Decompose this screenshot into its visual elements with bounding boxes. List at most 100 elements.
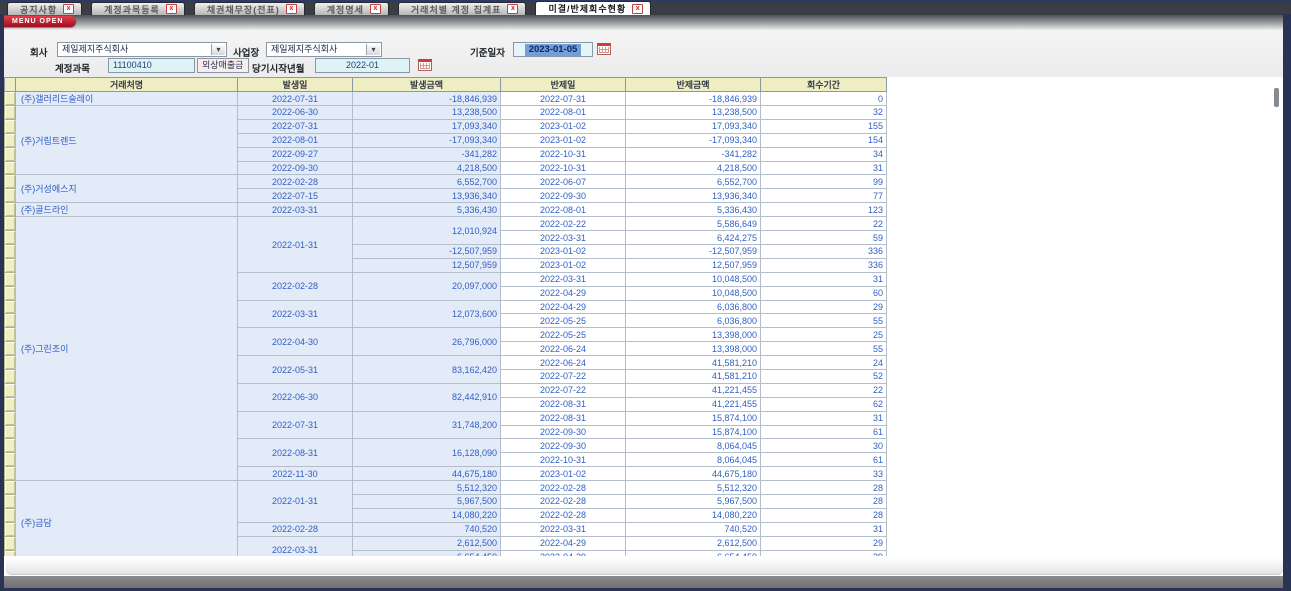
settle-amount-cell[interactable]: 6,036,800 [626,300,761,314]
settle-amount-cell[interactable]: -341,282 [626,147,761,161]
occur-amount-cell[interactable]: 12,507,959 [353,258,501,272]
row-selector[interactable] [5,328,16,342]
settle-date-cell[interactable]: 2022-09-30 [501,425,626,439]
tab-receivable-ledger[interactable]: 채권채무장(전표)x [194,2,305,15]
settle-amount-cell[interactable]: 41,221,455 [626,383,761,397]
settle-amount-cell[interactable]: 41,581,210 [626,370,761,384]
settle-amount-cell[interactable]: 5,967,500 [626,495,761,509]
settle-date-cell[interactable]: 2022-03-31 [501,272,626,286]
settle-amount-cell[interactable]: 44,675,180 [626,467,761,481]
settle-amount-cell[interactable]: 41,221,455 [626,397,761,411]
occur-date-cell[interactable]: 2022-08-01 [238,133,353,147]
occur-amount-cell[interactable]: 16,128,090 [353,439,501,467]
row-selector[interactable] [5,522,16,536]
row-selector[interactable] [5,175,16,189]
occur-amount-cell[interactable]: 44,675,180 [353,467,501,481]
settle-date-cell[interactable]: 2022-08-01 [501,203,626,217]
settle-date-cell[interactable]: 2023-01-02 [501,119,626,133]
occur-date-cell[interactable]: 2022-02-28 [238,522,353,536]
row-selector[interactable] [5,245,16,259]
tab-customer-account-summary[interactable]: 거래처별 계정 집계표x [398,2,527,15]
settle-amount-cell[interactable]: 10,048,500 [626,272,761,286]
account-name-input[interactable]: 외상매출금 [197,58,249,73]
settle-amount-cell[interactable]: 740,520 [626,522,761,536]
tab-notice[interactable]: 공지사항x [7,2,82,15]
row-selector[interactable] [5,508,16,522]
settle-date-cell[interactable]: 2022-05-25 [501,314,626,328]
recovery-days-cell[interactable]: 25 [761,328,887,342]
horizontal-scrollbar[interactable] [6,558,1283,575]
row-selector[interactable] [5,425,16,439]
occur-date-cell[interactable]: 2022-07-31 [238,119,353,133]
occur-amount-cell[interactable]: -341,282 [353,147,501,161]
tab-account-register[interactable]: 계정과목등록x [91,2,185,15]
row-selector[interactable] [5,133,16,147]
occur-date-cell[interactable]: 2022-06-30 [238,383,353,411]
settle-amount-cell[interactable]: 12,507,959 [626,258,761,272]
row-selector[interactable] [5,258,16,272]
calendar-icon[interactable] [597,43,611,55]
settle-date-cell[interactable]: 2022-02-28 [501,481,626,495]
settle-date-cell[interactable]: 2022-10-31 [501,453,626,467]
settle-amount-cell[interactable]: 14,080,220 [626,508,761,522]
occur-amount-cell[interactable]: 82,442,910 [353,383,501,411]
settle-amount-cell[interactable]: 10,048,500 [626,286,761,300]
row-selector[interactable] [5,397,16,411]
recovery-days-cell[interactable]: 0 [761,92,887,106]
settle-amount-cell[interactable]: 2,612,500 [626,536,761,550]
row-selector[interactable] [5,439,16,453]
settle-date-cell[interactable]: 2022-04-29 [501,286,626,300]
row-selector[interactable] [5,383,16,397]
recovery-days-cell[interactable]: 28 [761,481,887,495]
occur-amount-cell[interactable]: 83,162,420 [353,356,501,384]
row-selector[interactable] [5,467,16,481]
row-selector[interactable] [5,106,16,120]
recovery-days-cell[interactable]: 336 [761,245,887,259]
occur-amount-cell[interactable]: 26,796,000 [353,328,501,356]
settle-date-cell[interactable]: 2022-08-31 [501,397,626,411]
base-date-input[interactable]: 2023-01-05 [513,42,593,57]
occur-amount-cell[interactable]: 17,093,340 [353,119,501,133]
recovery-days-cell[interactable]: 55 [761,314,887,328]
settle-date-cell[interactable]: 2022-08-31 [501,411,626,425]
occur-amount-cell[interactable]: 13,936,340 [353,189,501,203]
settle-date-cell[interactable]: 2022-04-29 [501,300,626,314]
vertical-scrollbar-thumb[interactable] [1274,88,1279,107]
row-selector[interactable] [5,495,16,509]
row-selector[interactable] [5,411,16,425]
occur-amount-cell[interactable]: 5,967,500 [353,495,501,509]
row-selector[interactable] [5,300,16,314]
settle-date-cell[interactable]: 2022-09-30 [501,189,626,203]
settle-amount-cell[interactable]: 15,874,100 [626,425,761,439]
settle-amount-cell[interactable]: 5,512,320 [626,481,761,495]
row-selector[interactable] [5,536,16,550]
settle-date-cell[interactable]: 2022-10-31 [501,161,626,175]
customer-cell[interactable]: (주)거성에스지 [16,175,238,203]
occur-amount-cell[interactable]: -12,507,959 [353,245,501,259]
occur-date-cell[interactable]: 2022-01-31 [238,481,353,523]
settle-amount-cell[interactable]: 5,336,430 [626,203,761,217]
recovery-days-cell[interactable]: 99 [761,175,887,189]
occur-amount-cell[interactable]: 5,512,320 [353,481,501,495]
occur-date-cell[interactable]: 2022-07-15 [238,189,353,203]
row-selector[interactable] [5,92,16,106]
customer-cell[interactable]: (주)금담 [16,481,238,556]
customer-cell[interactable]: (주)갤러리드슬레이 [16,92,238,106]
tab-open-settlement-status[interactable]: 미결/반제회수현황x [535,1,651,15]
recovery-days-cell[interactable]: 33 [761,467,887,481]
settle-date-cell[interactable]: 2023-01-02 [501,258,626,272]
row-selector[interactable] [5,231,16,245]
settle-date-cell[interactable]: 2022-03-31 [501,522,626,536]
recovery-days-cell[interactable]: 62 [761,397,887,411]
customer-cell[interactable]: (주)그린조이 [16,217,238,481]
occur-date-cell[interactable]: 2022-02-28 [238,272,353,300]
tab-close-icon[interactable]: x [507,4,518,14]
chevron-down-icon[interactable]: ▾ [211,44,225,55]
settle-amount-cell[interactable]: 5,586,649 [626,217,761,231]
recovery-days-cell[interactable]: 28 [761,508,887,522]
settle-amount-cell[interactable]: 15,874,100 [626,411,761,425]
occur-date-cell[interactable]: 2022-07-31 [238,92,353,106]
settle-amount-cell[interactable]: 6,654,450 [626,550,761,556]
settle-date-cell[interactable]: 2023-01-02 [501,133,626,147]
settle-date-cell[interactable]: 2023-01-02 [501,467,626,481]
